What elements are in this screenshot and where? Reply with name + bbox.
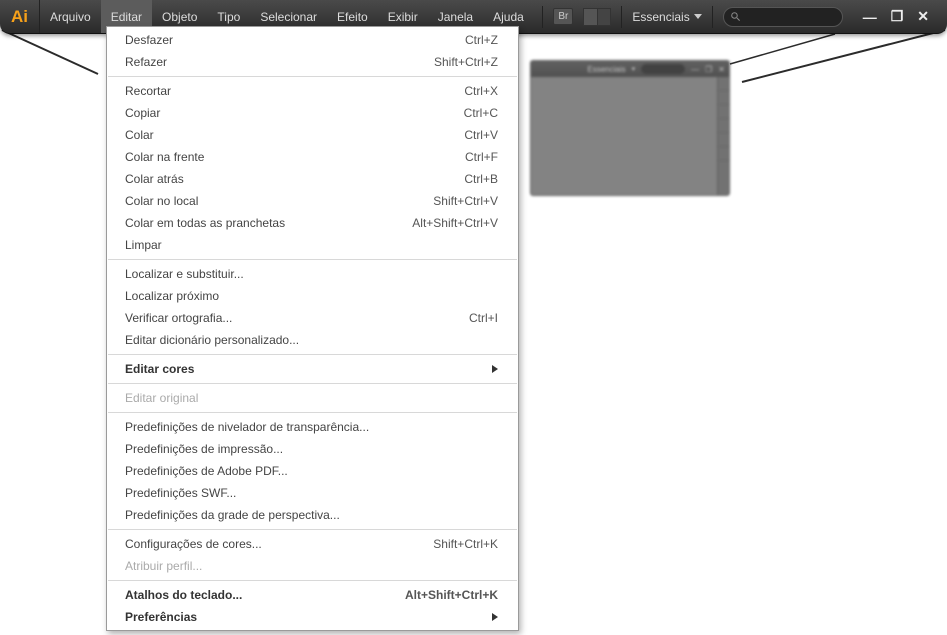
divider — [542, 6, 543, 28]
menu-item-label: Copiar — [125, 106, 464, 120]
menu-item[interactable]: Limpar — [107, 234, 518, 256]
menu-separator — [108, 76, 517, 77]
menu-item-shortcut: Alt+Shift+Ctrl+V — [412, 216, 498, 230]
menu-item-label: Localizar e substituir... — [125, 267, 498, 281]
menu-item-label: Editar original — [125, 391, 498, 405]
menu-item[interactable]: Colar atrásCtrl+B — [107, 168, 518, 190]
menu-item-shortcut: Ctrl+X — [464, 84, 498, 98]
menu-item-label: Colar em todas as pranchetas — [125, 216, 412, 230]
menu-item[interactable]: Preferências — [107, 606, 518, 628]
menu-separator — [108, 529, 517, 530]
menu-item[interactable]: RecortarCtrl+X — [107, 80, 518, 102]
menu-item-label: Desfazer — [125, 33, 465, 47]
menu-item-label: Verificar ortografia... — [125, 311, 469, 325]
menu-item-label: Preferências — [125, 610, 492, 624]
menu-item: Editar original — [107, 387, 518, 409]
menu-item-label: Predefinições de nivelador de transparên… — [125, 420, 498, 434]
submenu-arrow-icon — [492, 365, 498, 373]
menu-separator — [108, 354, 517, 355]
menu-item-label: Atribuir perfil... — [125, 559, 498, 573]
divider — [621, 6, 622, 28]
menu-item[interactable]: Atalhos do teclado...Alt+Shift+Ctrl+K — [107, 584, 518, 606]
menu-item-label: Atalhos do teclado... — [125, 588, 405, 602]
maximize-button[interactable]: ❐ — [891, 8, 904, 25]
menu-item[interactable]: Verificar ortografia...Ctrl+I — [107, 307, 518, 329]
menu-item[interactable]: Colar no localShift+Ctrl+V — [107, 190, 518, 212]
search-icon — [730, 11, 741, 22]
menu-item-shortcut: Ctrl+V — [464, 128, 498, 142]
menu-item-shortcut: Ctrl+I — [469, 311, 498, 325]
menu-item[interactable]: Predefinições de Adobe PDF... — [107, 460, 518, 482]
menu-item[interactable]: RefazerShift+Ctrl+Z — [107, 51, 518, 73]
divider — [712, 6, 713, 28]
menu-item-label: Predefinições SWF... — [125, 486, 498, 500]
menu-item[interactable]: Configurações de cores...Shift+Ctrl+K — [107, 533, 518, 555]
menu-item-shortcut: Shift+Ctrl+Z — [434, 55, 498, 69]
bridge-badge[interactable]: Br — [553, 8, 573, 25]
menu-item-shortcut: Ctrl+C — [464, 106, 498, 120]
menu-separator — [108, 383, 517, 384]
submenu-arrow-icon — [492, 613, 498, 621]
menu-item-label: Limpar — [125, 238, 498, 252]
menu-separator — [108, 580, 517, 581]
menu-item-label: Localizar próximo — [125, 289, 498, 303]
menu-item[interactable]: Colar em todas as pranchetasAlt+Shift+Ct… — [107, 212, 518, 234]
app-logo-text: Ai — [11, 7, 28, 27]
menu-item-label: Refazer — [125, 55, 434, 69]
menu-item-shortcut: Alt+Shift+Ctrl+K — [405, 588, 498, 602]
menu-item-shortcut: Shift+Ctrl+K — [433, 537, 498, 551]
menu-item-label: Colar atrás — [125, 172, 464, 186]
close-button[interactable]: ✕ — [917, 8, 929, 25]
menu-item-shortcut: Ctrl+F — [465, 150, 498, 164]
menu-item-label: Recortar — [125, 84, 464, 98]
search-input[interactable] — [723, 7, 843, 27]
workspace-selector-label: Essenciais — [632, 10, 689, 24]
menu-item[interactable]: DesfazerCtrl+Z — [107, 29, 518, 51]
menu-item[interactable]: Colar na frenteCtrl+F — [107, 146, 518, 168]
menu-item-shortcut: Ctrl+B — [464, 172, 498, 186]
menu-item-label: Editar cores — [125, 362, 492, 376]
menu-item[interactable]: Localizar próximo — [107, 285, 518, 307]
menu-item[interactable]: ColarCtrl+V — [107, 124, 518, 146]
workspace-selector[interactable]: Essenciais — [632, 10, 701, 24]
menu-item[interactable]: Editar cores — [107, 358, 518, 380]
menu-item-shortcut: Ctrl+Z — [465, 33, 498, 47]
edit-menu-dropdown: DesfazerCtrl+ZRefazerShift+Ctrl+ZRecorta… — [106, 26, 519, 631]
menu-separator — [108, 259, 517, 260]
menu-item-label: Colar na frente — [125, 150, 465, 164]
menu-item[interactable]: Predefinições SWF... — [107, 482, 518, 504]
menu-item-label: Predefinições de impressão... — [125, 442, 498, 456]
menu-item-shortcut: Shift+Ctrl+V — [433, 194, 498, 208]
menu-item[interactable]: Editar dicionário personalizado... — [107, 329, 518, 351]
menu-item-label: Colar — [125, 128, 464, 142]
menu-item-label: Configurações de cores... — [125, 537, 433, 551]
app-logo-icon[interactable]: Ai — [0, 0, 40, 33]
background-mini-window: Essenciais ▾ —❐✕ — [530, 60, 730, 196]
menu-item[interactable]: CopiarCtrl+C — [107, 102, 518, 124]
menu-item[interactable]: Predefinições da grade de perspectiva... — [107, 504, 518, 526]
menu-item-label: Colar no local — [125, 194, 433, 208]
layout-switcher[interactable] — [583, 8, 611, 26]
menu-separator — [108, 412, 517, 413]
menu-item[interactable]: Predefinições de nivelador de transparên… — [107, 416, 518, 438]
menu-arquivo[interactable]: Arquivo — [40, 0, 101, 33]
minimize-button[interactable]: — — [863, 9, 877, 25]
mini-search-field — [641, 64, 685, 74]
window-controls: — ❐ ✕ — [863, 8, 939, 25]
menu-item-label: Predefinições de Adobe PDF... — [125, 464, 498, 478]
menu-item[interactable]: Localizar e substituir... — [107, 263, 518, 285]
menu-item: Atribuir perfil... — [107, 555, 518, 577]
menu-item-label: Editar dicionário personalizado... — [125, 333, 498, 347]
mini-workspace-label: Essenciais — [587, 65, 625, 74]
menu-item[interactable]: Predefinições de impressão... — [107, 438, 518, 460]
menu-item-label: Predefinições da grade de perspectiva... — [125, 508, 498, 522]
